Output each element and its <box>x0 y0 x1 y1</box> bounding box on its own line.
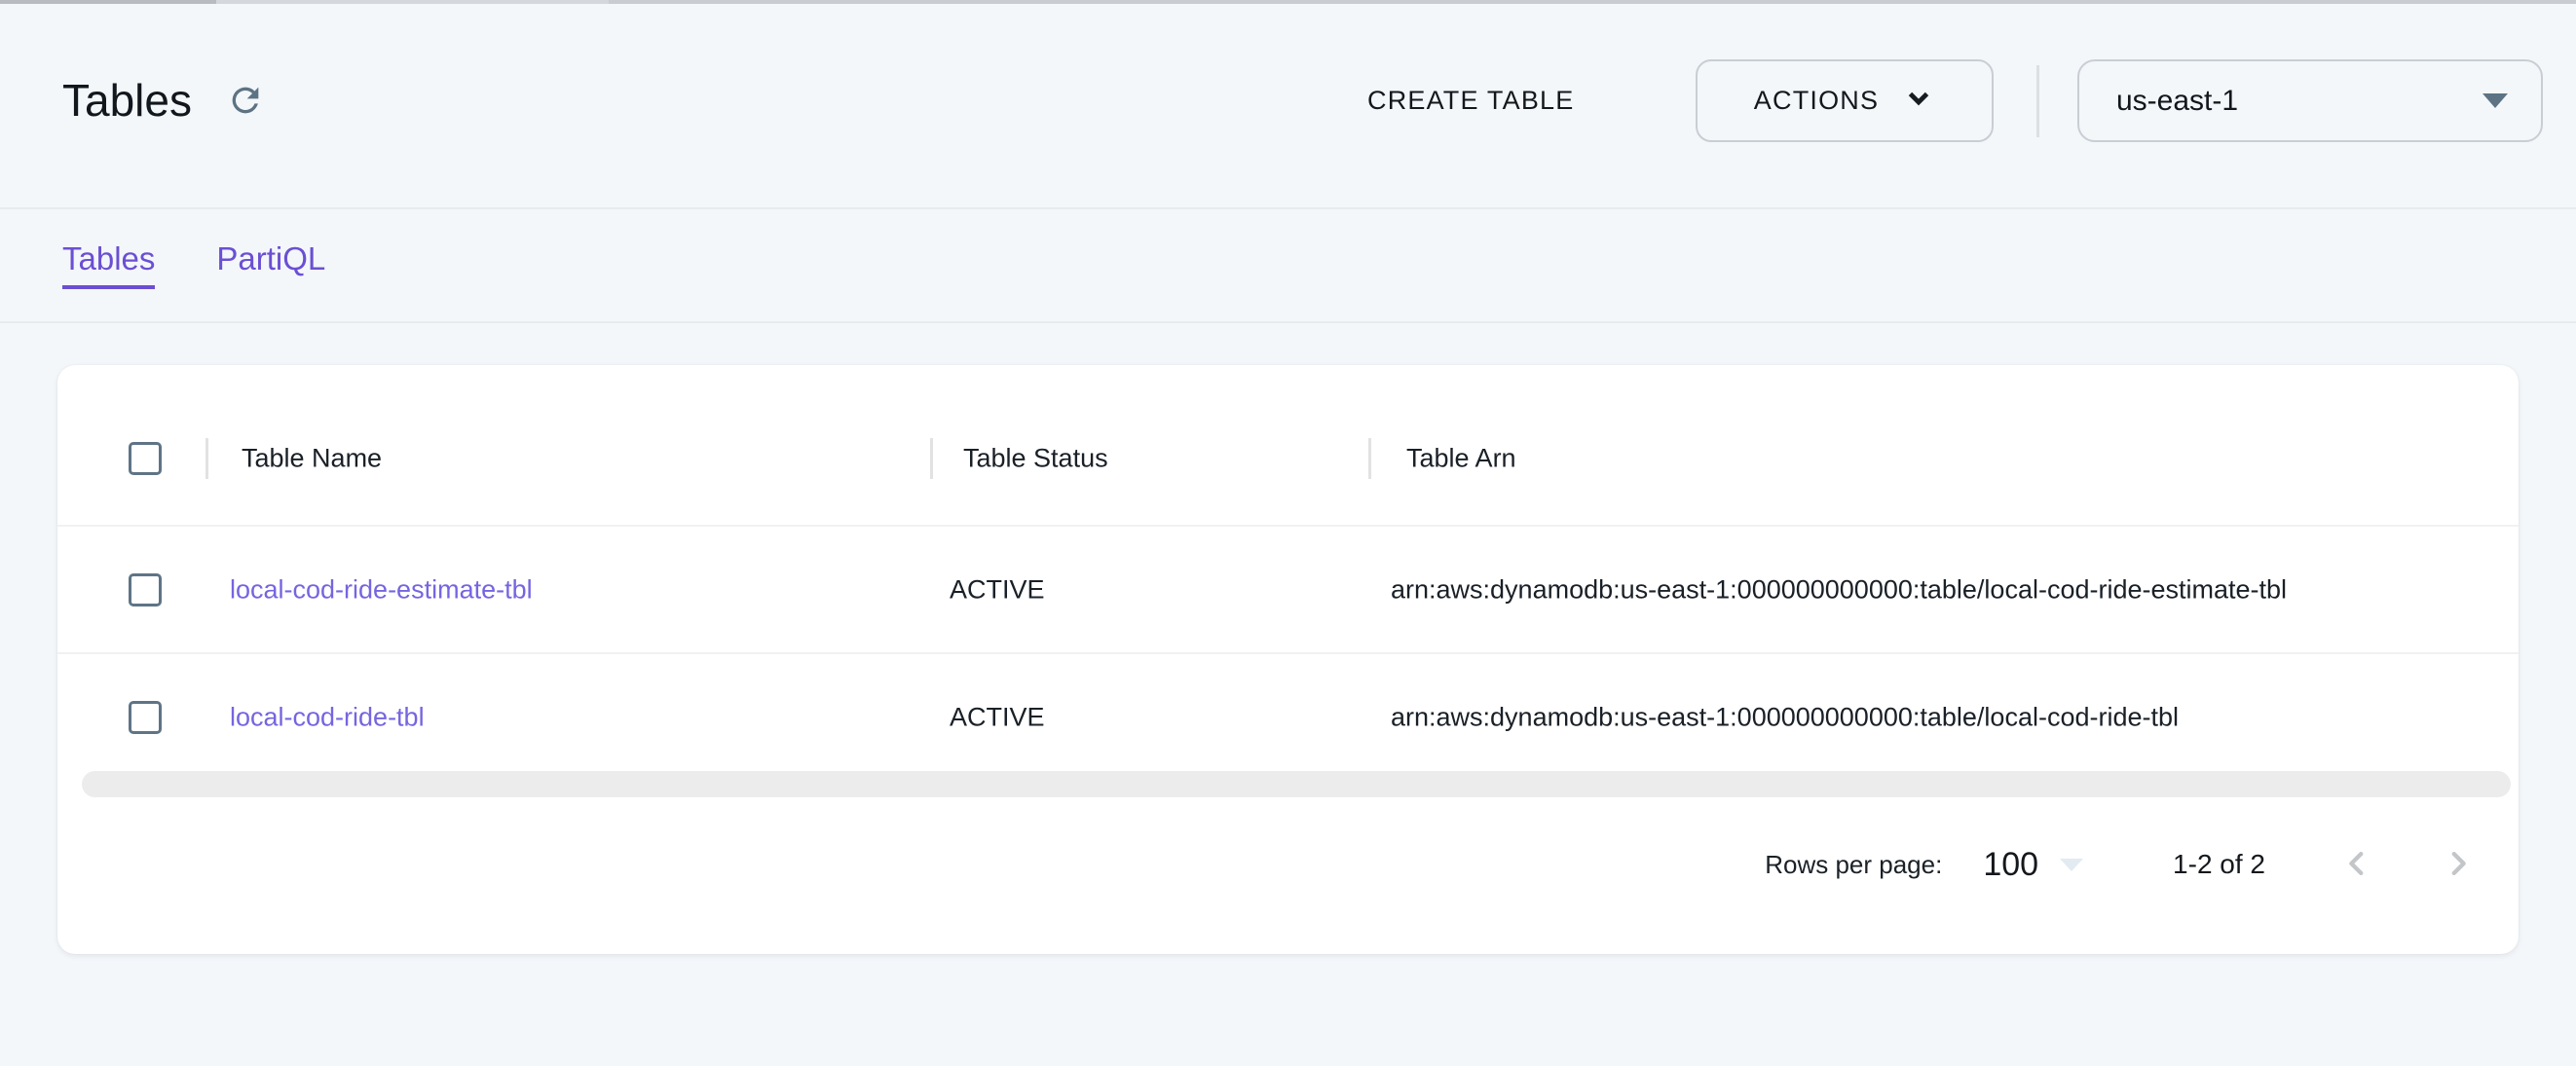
pagination-range-label: 1-2 of 2 <box>2173 849 2265 880</box>
tab-tables[interactable]: Tables <box>62 240 155 289</box>
chevron-right-icon <box>2442 847 2475 883</box>
refresh-button[interactable] <box>224 80 267 123</box>
tables-card: Table Name Table Status Table Arn local-… <box>57 365 2519 954</box>
caret-down-icon <box>2483 93 2508 108</box>
next-page-button[interactable] <box>2437 843 2480 886</box>
table-arn-value: arn:aws:dynamodb:us-east-1:000000000000:… <box>1391 574 2287 605</box>
page-title: Tables <box>62 76 192 125</box>
table-row: local-cod-ride-tbl ACTIVE arn:aws:dynamo… <box>57 652 2519 780</box>
window-top-edge-segment <box>609 0 2576 4</box>
table-name-link[interactable]: local-cod-ride-tbl <box>230 702 425 732</box>
window-top-edge <box>0 0 2576 4</box>
header-divider <box>2036 65 2039 137</box>
window-top-edge-segment <box>216 0 609 4</box>
column-header-table-name: Table Name <box>242 444 382 474</box>
select-all-checkbox[interactable] <box>129 442 162 475</box>
actions-button[interactable]: ACTIONS <box>1696 59 1994 142</box>
actions-label: ACTIONS <box>1754 86 1879 116</box>
column-divider <box>930 438 933 479</box>
table-header-row: Table Name Table Status Table Arn <box>57 392 2519 525</box>
region-select[interactable]: us-east-1 <box>2077 59 2543 142</box>
horizontal-scrollbar[interactable] <box>82 771 2511 797</box>
chevron-down-icon <box>1902 81 1935 121</box>
tabbar-bottom-divider <box>0 321 2576 323</box>
rows-per-page-value: 100 <box>1983 846 2038 884</box>
column-divider <box>205 438 208 479</box>
table-name-link[interactable]: local-cod-ride-estimate-tbl <box>230 574 533 605</box>
table-status-value: ACTIVE <box>950 702 1045 732</box>
region-select-value: us-east-1 <box>2116 85 2483 118</box>
refresh-icon <box>226 81 265 123</box>
pagination-bar: Rows per page: 100 1-2 of 2 <box>57 830 2519 899</box>
tab-partiql[interactable]: PartiQL <box>216 240 325 289</box>
window-top-edge-segment <box>0 0 216 4</box>
table-row: local-cod-ride-estimate-tbl ACTIVE arn:a… <box>57 525 2519 652</box>
caret-down-icon <box>2060 859 2083 871</box>
previous-page-button[interactable] <box>2335 843 2378 886</box>
row-checkbox[interactable] <box>129 573 162 607</box>
table-status-value: ACTIVE <box>950 574 1045 605</box>
create-table-label: CREATE TABLE <box>1367 86 1574 116</box>
column-header-table-status: Table Status <box>963 444 1108 474</box>
header-bottom-divider <box>0 207 2576 209</box>
table-arn-value: arn:aws:dynamodb:us-east-1:000000000000:… <box>1391 702 2179 732</box>
rows-per-page-label: Rows per page: <box>1765 850 1942 880</box>
tab-bar: Tables PartiQL <box>62 240 325 289</box>
page: Tables CREATE TABLE ACTIONS us-east-1 Ta… <box>0 0 2576 1066</box>
rows-per-page-select[interactable]: 100 <box>1983 846 2083 884</box>
column-divider <box>1368 438 1371 479</box>
chevron-left-icon <box>2340 847 2373 883</box>
column-header-table-arn: Table Arn <box>1406 444 1516 474</box>
row-checkbox[interactable] <box>129 701 162 734</box>
create-table-button[interactable]: CREATE TABLE <box>1367 59 1574 142</box>
